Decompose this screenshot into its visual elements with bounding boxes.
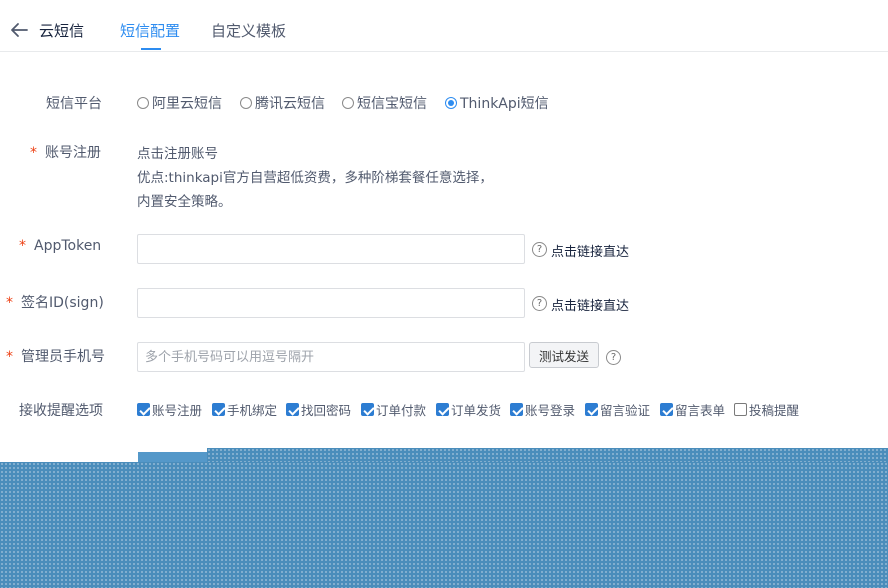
checkbox-checked-icon bbox=[212, 403, 225, 416]
checkbox-label: 账号登录 bbox=[525, 403, 576, 418]
checkbox-checked-icon bbox=[436, 403, 449, 416]
checkbox-order-shipped[interactable]: 订单发货 bbox=[436, 400, 501, 419]
apptoken-label-row: * AppToken bbox=[19, 238, 101, 254]
required-mark: * bbox=[30, 145, 37, 161]
account-label-row: * 账号注册 bbox=[30, 142, 101, 162]
account-label: 账号注册 bbox=[45, 145, 101, 161]
checkbox-label: 订单付款 bbox=[376, 403, 427, 418]
radio-label: 阿里云短信 bbox=[152, 96, 222, 112]
sign-input[interactable] bbox=[137, 288, 525, 318]
account-desc-line1: 优点:thinkapi官方自营超低资费，多种阶梯套餐任意选择， bbox=[137, 170, 493, 186]
apptoken-input[interactable] bbox=[137, 234, 525, 264]
radio-selected-icon bbox=[445, 97, 457, 109]
checkbox-label: 投稿提醒 bbox=[749, 403, 800, 418]
radio-label: 腾讯云短信 bbox=[255, 96, 325, 112]
required-mark: * bbox=[19, 238, 26, 254]
admin-phone-label: 管理员手机号 bbox=[21, 349, 105, 365]
checkbox-phone-bind[interactable]: 手机绑定 bbox=[212, 400, 277, 419]
required-mark: * bbox=[6, 349, 13, 365]
sign-label: 签名ID(sign) bbox=[21, 295, 104, 311]
app-title: 云短信 bbox=[39, 22, 85, 40]
required-mark: * bbox=[6, 295, 13, 311]
register-account-link[interactable]: 点击注册账号 bbox=[137, 142, 218, 162]
radio-smsbao[interactable]: 短信宝短信 bbox=[342, 93, 427, 113]
checkbox-checked-icon bbox=[361, 403, 374, 416]
radio-circle-icon bbox=[240, 97, 252, 109]
help-question-icon[interactable]: ? bbox=[606, 350, 621, 365]
checkbox-checked-icon bbox=[510, 403, 523, 416]
admin-phone-input[interactable] bbox=[137, 342, 525, 372]
screen-overlay bbox=[0, 462, 888, 588]
admin-phone-label-row: * 管理员手机号 bbox=[6, 346, 105, 366]
platform-label: 短信平台 bbox=[46, 96, 102, 112]
radio-tencent[interactable]: 腾讯云短信 bbox=[240, 93, 325, 113]
checkbox-checked-icon bbox=[585, 403, 598, 416]
checkbox-label: 手机绑定 bbox=[227, 403, 278, 418]
screen-overlay bbox=[207, 448, 888, 462]
checkbox-label: 订单发货 bbox=[451, 403, 502, 418]
checkbox-checked-icon bbox=[286, 403, 299, 416]
radio-label: ThinkApi短信 bbox=[460, 96, 549, 112]
radio-label: 短信宝短信 bbox=[357, 96, 427, 112]
checkbox-message-verify[interactable]: 留言验证 bbox=[585, 400, 650, 419]
top-header: 云短信 短信配置 自定义模板 bbox=[0, 0, 888, 52]
checkbox-submission[interactable]: 投稿提醒 bbox=[734, 400, 799, 419]
checkbox-checked-icon bbox=[660, 403, 673, 416]
checkbox-register[interactable]: 账号注册 bbox=[137, 400, 202, 419]
radio-thinkapi[interactable]: ThinkApi短信 bbox=[445, 93, 549, 113]
apptoken-help-link[interactable]: 点击链接直达 bbox=[551, 241, 629, 260]
save-button[interactable] bbox=[138, 452, 208, 462]
checkbox-checked-icon bbox=[137, 403, 150, 416]
sign-label-row: * 签名ID(sign) bbox=[6, 292, 104, 312]
checkbox-message-form[interactable]: 留言表单 bbox=[660, 400, 725, 419]
tab-custom-template[interactable]: 自定义模板 bbox=[211, 20, 286, 41]
notify-label: 接收提醒选项 bbox=[19, 403, 103, 419]
checkbox-label: 账号注册 bbox=[152, 403, 203, 418]
help-question-icon[interactable]: ? bbox=[532, 296, 547, 311]
checkbox-label: 留言表单 bbox=[675, 403, 726, 418]
tab-sms-config[interactable]: 短信配置 bbox=[120, 20, 180, 41]
radio-circle-icon bbox=[342, 97, 354, 109]
checkbox-label: 找回密码 bbox=[301, 403, 352, 418]
account-desc-line2: 内置安全策略。 bbox=[137, 194, 232, 210]
radio-aliyun[interactable]: 阿里云短信 bbox=[137, 93, 222, 113]
checkbox-order-paid[interactable]: 订单付款 bbox=[361, 400, 426, 419]
help-question-icon[interactable]: ? bbox=[532, 242, 547, 257]
sign-help-link[interactable]: 点击链接直达 bbox=[551, 295, 629, 314]
checkbox-label: 留言验证 bbox=[600, 403, 651, 418]
checkbox-unchecked-icon bbox=[734, 403, 747, 416]
radio-circle-icon bbox=[137, 97, 149, 109]
checkbox-reset-password[interactable]: 找回密码 bbox=[286, 400, 351, 419]
back-arrow-icon[interactable] bbox=[10, 22, 28, 38]
test-send-button[interactable]: 测试发送 bbox=[529, 342, 599, 368]
apptoken-label: AppToken bbox=[34, 238, 102, 254]
checkbox-login[interactable]: 账号登录 bbox=[510, 400, 575, 419]
active-tab-indicator bbox=[141, 48, 161, 50]
